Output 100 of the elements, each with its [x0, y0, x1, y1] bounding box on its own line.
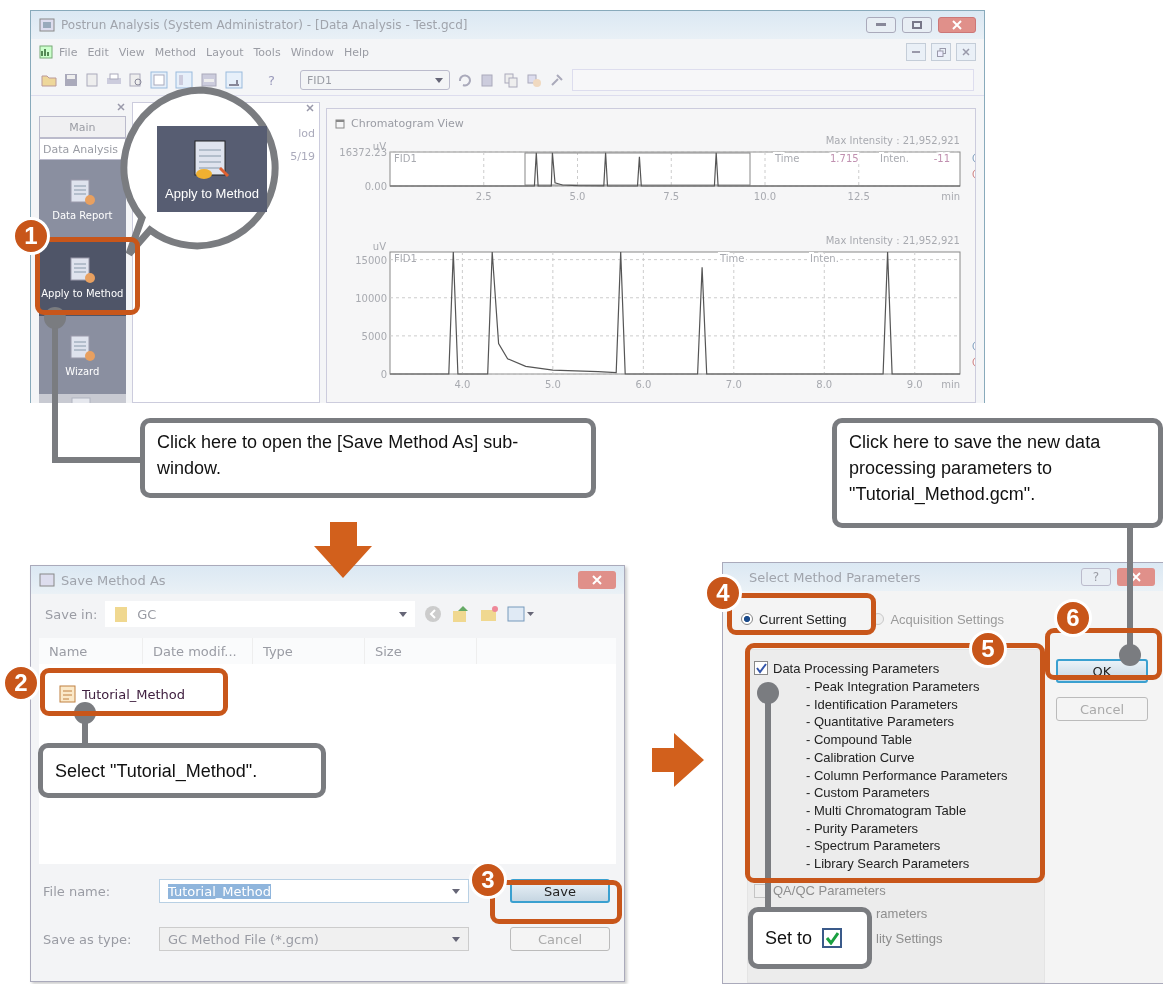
callout: Click here to open the [Save Method As] sub-window.: [140, 418, 596, 498]
readout-text: Time: [720, 253, 745, 264]
list-entry[interactable]: Tutorial_Method: [82, 686, 186, 702]
axis-tick-label: 7.0: [725, 379, 742, 390]
parameter-item: - Purity Parameters: [805, 819, 919, 838]
menu-item[interactable]: Method: [150, 45, 201, 59]
parameter-item: - Spectrum Parameters: [805, 837, 942, 856]
window-icon: [335, 118, 345, 129]
print-icon[interactable]: [106, 73, 122, 87]
app-icon: [39, 573, 55, 587]
maximize-button[interactable]: [902, 17, 932, 33]
close-button[interactable]: [578, 571, 616, 589]
back-icon[interactable]: [423, 604, 444, 624]
close-icon[interactable]: [305, 103, 315, 113]
dialog-title: Save Method As: [61, 572, 166, 588]
folder-icon: [113, 605, 130, 623]
menu-item[interactable]: View: [114, 45, 149, 59]
menu-item[interactable]: Help: [340, 45, 374, 59]
help-button[interactable]: ?: [1081, 568, 1111, 586]
readout-text: -11: [933, 153, 950, 164]
axis-tick-label: 7.5: [663, 191, 680, 202]
close-button[interactable]: [956, 43, 976, 61]
readout-text: Time: [775, 153, 800, 164]
parameter-item: - Peak Integration Parameters: [805, 678, 981, 696]
layout-icon[interactable]: [175, 71, 193, 89]
help-button[interactable]: ?: [268, 72, 275, 88]
column-header[interactable]: Name: [39, 638, 143, 664]
axis-tick-label: 6.0: [635, 379, 652, 390]
assistant-tab[interactable]: Main: [39, 116, 126, 138]
copy-icon[interactable]: [502, 72, 519, 88]
preview-icon[interactable]: [129, 73, 143, 87]
max-intensity-label: Max Intensity : 21,952,921: [825, 235, 960, 246]
parameter-item: - Quantitative Parameters: [805, 713, 956, 732]
minimize-button[interactable]: [866, 17, 896, 33]
restore-button[interactable]: [931, 43, 951, 61]
checkbox-option[interactable]: Data Processing Parameters: [754, 658, 940, 678]
parameter-item: - Library Search Parameters: [805, 855, 971, 873]
option-label: lity Settings: [876, 929, 943, 948]
close-button[interactable]: [938, 17, 976, 33]
axis-tick-label: 0: [380, 369, 387, 380]
axis-tick-label: 8.0: [816, 379, 833, 390]
close-icon: [1131, 572, 1141, 582]
radio-option[interactable]: Current Setting: [741, 611, 847, 627]
callout: Select "Tutorial_Method".: [38, 743, 326, 798]
folder-dropdown[interactable]: GC: [105, 601, 416, 627]
column-header[interactable]: Size: [365, 638, 477, 664]
menu-item[interactable]: Tools: [249, 45, 285, 59]
caret-icon: [399, 611, 408, 617]
axis-tick-label: 5000: [361, 330, 387, 342]
minimize-button[interactable]: [906, 43, 926, 61]
view-menu-icon[interactable]: [507, 605, 536, 623]
axis-tick-label: 10000: [355, 292, 387, 304]
menu-item[interactable]: File: [55, 45, 82, 59]
layout-icon[interactable]: [225, 71, 243, 89]
channel-dropdown[interactable]: FID1: [299, 70, 450, 90]
axis-title: min: [941, 379, 960, 390]
layout-icon[interactable]: [150, 71, 168, 89]
cancel-button[interactable]: Cancel: [510, 927, 610, 951]
readout-text: Inten.: [880, 153, 909, 164]
step-badge: 4: [704, 574, 742, 612]
series-label: FID1: [394, 153, 417, 164]
new-folder-icon[interactable]: [479, 604, 500, 624]
text-field[interactable]: [571, 69, 974, 91]
dialog-title: Select Method Parameters: [749, 569, 921, 585]
down-arrow: [314, 522, 372, 578]
axis-tick-label: 5.0: [544, 379, 561, 390]
menu-item[interactable]: Window: [286, 45, 338, 59]
restore-icon: [936, 47, 946, 57]
axis-tick-label: 15000: [355, 254, 387, 266]
axis-tick-label: 16372.23: [339, 147, 387, 158]
file-type-dropdown[interactable]: GC Method File (*.gcm): [159, 927, 469, 951]
column-header[interactable]: Type: [253, 638, 365, 664]
field-label: Save in:: [45, 606, 98, 622]
layout-icon[interactable]: [200, 71, 218, 89]
assistant-item[interactable]: Wizard: [39, 316, 126, 394]
field-label: File name:: [43, 883, 112, 899]
assistant-item[interactable]: Data Report: [39, 160, 126, 238]
parameter-item: - Multi Chromatogram Table: [805, 801, 968, 820]
mode-dropdown[interactable]: Data Analysis: [39, 138, 126, 160]
undo-icon[interactable]: [456, 73, 473, 87]
window-title: Postrun Analysis (System Administrator) - [Data Analysis - Test.gcd]: [61, 18, 468, 32]
file-name-field[interactable]: Tutorial_Method: [159, 879, 469, 903]
axis-tick-label: 12.5: [847, 191, 870, 202]
readout-text: 1.715: [830, 153, 859, 164]
axis-title: uV: [372, 241, 386, 252]
column-header[interactable]: Date modif...: [143, 638, 253, 664]
axis-tick-label: 4.0: [454, 379, 471, 390]
menu-item[interactable]: Layout: [202, 45, 248, 59]
parameter-item: - Column Performance Parameters: [805, 766, 1009, 785]
save-icon[interactable]: [64, 73, 78, 87]
folder-icon[interactable]: [41, 73, 57, 87]
axis-tick-label: 9.0: [906, 379, 923, 390]
menu-item[interactable]: Edit: [83, 45, 113, 59]
axis-tick-label: 2.5: [475, 191, 492, 202]
callout: Click here to save the new data processing parameters to "Tutorial_Method.gcm".: [832, 418, 1163, 528]
cancel-button[interactable]: Cancel: [1056, 697, 1148, 721]
close-icon[interactable]: [115, 102, 126, 112]
zoom-window[interactable]: [524, 152, 751, 186]
parameter-item: - Compound Table: [805, 731, 913, 749]
right-arrow: [652, 733, 704, 787]
